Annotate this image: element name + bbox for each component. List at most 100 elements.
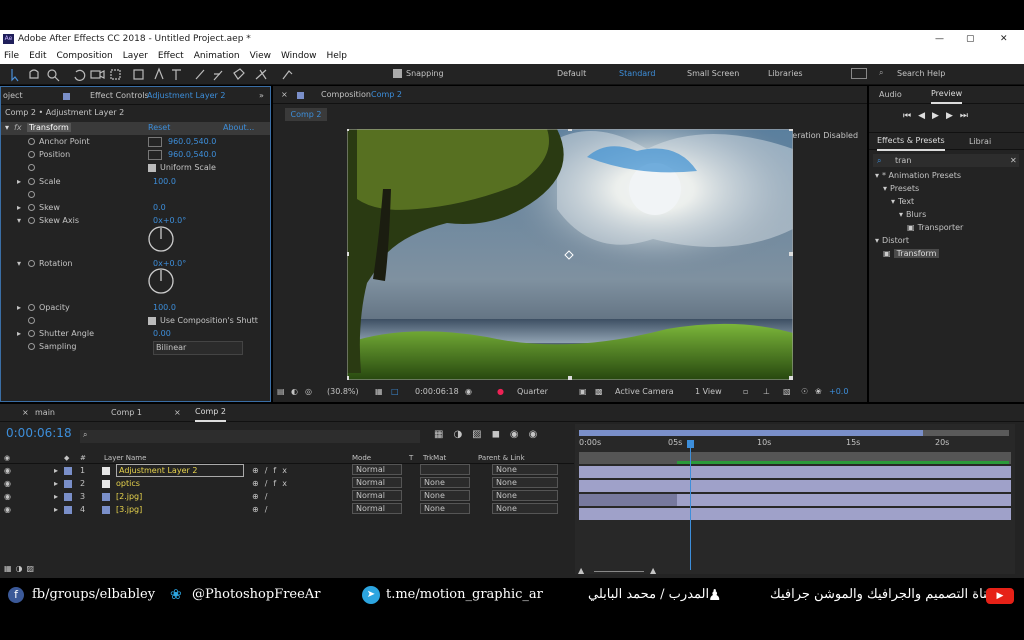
workspace-standard[interactable]: Standard	[619, 69, 655, 78]
color-channel-icon[interactable]: ●	[497, 384, 504, 400]
collapse-icon[interactable]: ▾	[5, 123, 9, 132]
prop-value[interactable]: Use Composition's Shutt	[160, 315, 258, 327]
tree-item[interactable]: ▾ * Animation Presets	[875, 170, 961, 182]
expand-icon[interactable]: ▸	[17, 328, 21, 340]
stopwatch-icon[interactable]	[28, 330, 35, 337]
stopwatch-icon[interactable]	[28, 164, 35, 171]
eye-icon[interactable]: ◉	[4, 503, 11, 516]
work-area-range[interactable]	[579, 430, 923, 436]
workspace-small-screen[interactable]: Small Screen	[687, 69, 739, 78]
tab-libraries[interactable]: Librai	[969, 133, 991, 151]
layer-name-header[interactable]: Layer Name	[104, 452, 146, 464]
transparency-grid-icon[interactable]: ▩	[595, 384, 603, 400]
stopwatch-icon[interactable]	[28, 151, 35, 158]
menu-file[interactable]: File	[4, 51, 19, 61]
timeline-icon[interactable]: ▧	[783, 384, 791, 400]
mode-select[interactable]: Normal	[352, 503, 402, 514]
telegram-link[interactable]: t.me/motion_graphic_ar	[386, 580, 543, 610]
zoom-in-icon[interactable]: ▲	[650, 566, 656, 575]
grid-icon[interactable]: ▦	[375, 384, 383, 400]
workspace-default[interactable]: Default	[557, 69, 586, 78]
layer-bar-2[interactable]	[579, 480, 1011, 492]
twitter-link[interactable]: @PhotoshopFreeAr	[192, 580, 320, 610]
tree-item[interactable]: ▣ Transform	[883, 248, 940, 260]
layer-bar-3[interactable]	[677, 494, 1011, 506]
roi-icon[interactable]: ▣	[579, 384, 587, 400]
crosshair-icon[interactable]	[148, 137, 162, 147]
layer-row[interactable]: ◉ ▸ 4 [3.jpg] ⊕/ Normal None None	[0, 503, 574, 516]
region-icon[interactable]: □	[391, 384, 399, 400]
clear-search-icon[interactable]: ✕	[1010, 154, 1017, 167]
stopwatch-icon[interactable]	[28, 317, 35, 324]
prop-value[interactable]: 100.0	[153, 302, 176, 314]
prop-value[interactable]: Uniform Scale	[160, 162, 216, 174]
trkmat-select[interactable]: None	[420, 490, 470, 501]
prop-value[interactable]: 0.00	[153, 328, 171, 340]
stopwatch-icon[interactable]	[28, 217, 35, 224]
view-layout-select[interactable]: 1 View	[695, 384, 722, 400]
eye-icon[interactable]: ◉	[4, 490, 11, 503]
layer-row[interactable]: ◉ ▸ 2 optics ⊕/fx Normal None None	[0, 477, 574, 490]
reset-link[interactable]: Reset	[148, 123, 170, 132]
prop-value[interactable]: 0.0	[153, 202, 166, 214]
parent-select[interactable]: None	[492, 503, 558, 514]
masks-icon[interactable]: ◎	[305, 384, 312, 400]
layer-name[interactable]: optics	[116, 477, 140, 490]
toggle-pixel-icon[interactable]: ▫	[743, 384, 748, 400]
time-ruler[interactable]: 0:00s 05s 10s 15s 20s	[575, 438, 1015, 450]
prop-value[interactable]: 960.0,540.0	[168, 149, 216, 161]
preview-icon[interactable]: ◐	[291, 384, 298, 400]
trkmat-select[interactable]	[420, 464, 470, 475]
layer-search-input[interactable]: ⌕	[80, 430, 420, 443]
fast-preview-icon[interactable]: ⊥	[763, 384, 770, 400]
parent-select[interactable]: None	[492, 477, 558, 488]
layer-switches[interactable]: ⊕/	[252, 503, 273, 516]
menu-effect[interactable]: Effect	[158, 51, 184, 61]
layer-name[interactable]: [3.jpg]	[116, 503, 142, 516]
effects-search-input[interactable]: tran	[895, 154, 911, 167]
expand-icon[interactable]: ▸	[17, 176, 21, 188]
workspace-libraries[interactable]: Libraries	[768, 69, 803, 78]
camera-select[interactable]: Active Camera	[615, 384, 674, 400]
tab-main[interactable]: main	[35, 404, 55, 422]
snapping-checkbox[interactable]	[393, 69, 402, 78]
playhead-handle[interactable]	[687, 440, 695, 448]
expand-icon[interactable]: ▸	[54, 490, 58, 503]
eye-icon[interactable]: ◉	[4, 464, 11, 477]
tab-preview[interactable]: Preview	[931, 86, 963, 104]
close-tab-icon[interactable]: ×	[174, 404, 181, 422]
mode-select[interactable]: Normal	[352, 477, 402, 488]
crosshair-icon[interactable]	[148, 150, 162, 160]
zoom-select[interactable]: (30.8%)	[327, 384, 359, 400]
expand-icon[interactable]: ▾	[17, 215, 21, 227]
expand-icon[interactable]: ▸	[54, 503, 58, 516]
tools-icons[interactable]	[0, 64, 380, 85]
stopwatch-icon[interactable]	[28, 138, 35, 145]
tab-effect-controls-layer[interactable]: Adjustment Layer 2	[147, 87, 225, 105]
stopwatch-icon[interactable]	[28, 178, 35, 185]
close-tab-icon[interactable]: ×	[22, 404, 29, 422]
stopwatch-icon[interactable]	[28, 260, 35, 267]
menu-edit[interactable]: Edit	[29, 51, 46, 61]
facebook-link[interactable]: fb/groups/elbabley	[32, 580, 155, 610]
checkbox[interactable]	[148, 164, 156, 172]
layer-switches[interactable]: ⊕/fx	[252, 477, 293, 490]
layer-bar-4[interactable]	[579, 508, 1011, 520]
layer-row[interactable]: ◉ ▸ 3 [2.jpg] ⊕/ Normal None None	[0, 490, 574, 503]
resolution-select[interactable]: Quarter	[517, 384, 548, 400]
panel-more-icon[interactable]: »	[259, 87, 264, 105]
tab-comp-1[interactable]: Comp 1	[111, 404, 142, 422]
camera-snapshot-icon[interactable]: ◉	[465, 384, 472, 400]
stopwatch-icon[interactable]	[28, 304, 35, 311]
expand-icon[interactable]: ▸	[54, 464, 58, 477]
expand-icon[interactable]: ▾	[17, 258, 21, 270]
effect-name[interactable]: Transform	[27, 123, 71, 132]
parent-select[interactable]: None	[492, 464, 558, 475]
snapshot-icon[interactable]: ▤	[277, 384, 285, 400]
menu-window[interactable]: Window	[281, 51, 317, 61]
tab-effects-presets[interactable]: Effects & Presets	[877, 133, 945, 151]
minimize-button[interactable]: —	[935, 30, 944, 48]
playhead[interactable]	[690, 440, 692, 570]
search-help-field[interactable]: Search Help	[897, 69, 945, 78]
layer-switches[interactable]: ⊕/fx	[252, 464, 293, 477]
